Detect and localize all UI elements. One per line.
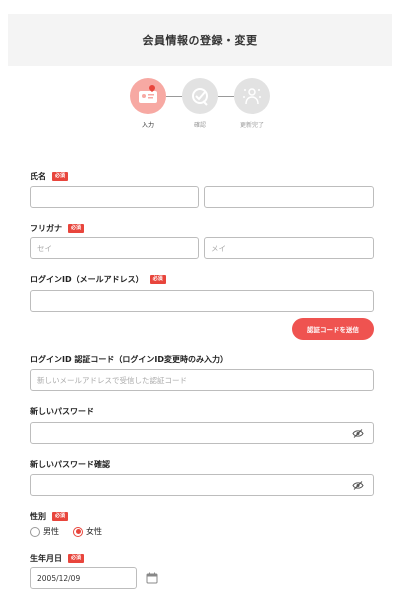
gender-male-radio[interactable] [30, 526, 40, 537]
birthday-label-row: 生年月日 必須 [30, 552, 85, 564]
verify-code-label: ログインID 認証コード（ログインID変更時のみ入力） [30, 354, 229, 364]
furigana-last-input[interactable]: セイ [30, 237, 199, 259]
confirm-password-input[interactable] [30, 474, 374, 496]
gender-female-radio[interactable] [73, 526, 83, 537]
step-complete: 更新完了 [234, 78, 270, 129]
profile-card-icon [130, 78, 166, 114]
last-name-input[interactable] [30, 186, 199, 208]
step-label: 更新完了 [239, 122, 264, 129]
confirm-password-label-row: 新しいパスワード確認 [30, 458, 110, 470]
step-connector [218, 96, 234, 97]
calendar-icon[interactable] [146, 572, 158, 584]
required-badge: 必須 [68, 223, 85, 233]
furigana-label: フリガナ [30, 223, 62, 233]
name-label-row: 氏名 必須 [30, 170, 69, 182]
furigana-label-row: フリガナ 必須 [30, 222, 85, 234]
gender-label-row: 性別 必須 [30, 510, 69, 522]
login-id-label-row: ログインID（メールアドレス） 必須 [30, 273, 166, 285]
new-password-input[interactable] [30, 422, 374, 444]
eye-slash-icon[interactable] [352, 481, 364, 490]
send-code-button[interactable]: 認証コードを送信 [292, 318, 374, 340]
new-password-label: 新しいパスワード [30, 406, 94, 416]
eye-slash-icon[interactable] [352, 429, 364, 438]
page-header: 会員情報の登録・変更 [8, 14, 392, 66]
progress-steps: 入力 確認 更新完了 [130, 78, 270, 134]
name-label: 氏名 [30, 171, 46, 181]
required-badge: 必須 [52, 511, 69, 521]
step-input: 入力 [130, 78, 166, 129]
celebration-icon [234, 78, 270, 114]
verify-code-label-row: ログインID 認証コード（ログインID変更時のみ入力） [30, 353, 228, 365]
confirm-password-label: 新しいパスワード確認 [30, 459, 110, 469]
step-connector [166, 96, 182, 97]
login-id-label: ログインID（メールアドレス） [30, 274, 144, 284]
gender-female-label[interactable]: 女性 [86, 526, 102, 537]
gender-label: 性別 [30, 511, 46, 521]
page-title: 会員情報の登録・変更 [142, 34, 258, 47]
new-password-label-row: 新しいパスワード [30, 405, 94, 417]
furigana-first-input[interactable]: メイ [204, 237, 374, 259]
required-badge: 必須 [52, 171, 69, 181]
step-confirm: 確認 [182, 78, 218, 129]
login-id-input[interactable] [30, 290, 374, 312]
gender-male-label[interactable]: 男性 [43, 526, 59, 537]
required-badge: 必須 [68, 553, 85, 563]
birthday-label: 生年月日 [30, 553, 62, 563]
verify-code-input[interactable]: 新しいメールアドレスで受信した認証コード [30, 369, 374, 391]
checkmark-icon [182, 78, 218, 114]
first-name-input[interactable] [204, 186, 374, 208]
required-badge: 必須 [149, 274, 166, 284]
birthday-input[interactable]: 2005/12/09 [30, 567, 137, 589]
gender-radio-group: 男性 女性 [30, 526, 116, 537]
